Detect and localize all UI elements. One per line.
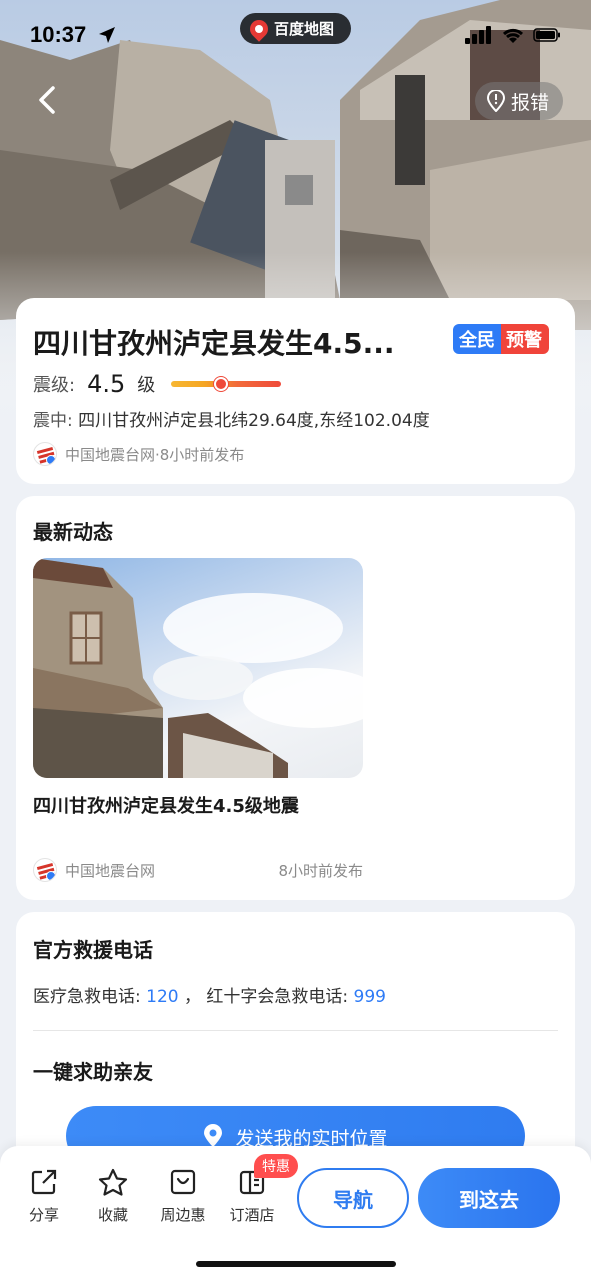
- book-hotel-label: 订酒店: [229, 1206, 275, 1224]
- earthquake-source: 中国地震台网·8小时前发布: [65, 445, 245, 464]
- share-icon: [31, 1169, 57, 1195]
- report-label: 报错: [510, 91, 549, 114]
- alert-badge-part1: 全民: [453, 324, 501, 354]
- news-source: 中国地震台网: [65, 861, 156, 880]
- status-indicators: [465, 26, 561, 44]
- nearby-deals-label: 周边惠: [160, 1206, 206, 1224]
- cenc-logo-icon: [33, 858, 57, 882]
- share-label: 分享: [28, 1206, 59, 1224]
- magnitude-scale-marker: [213, 377, 228, 391]
- epicenter-label: 震中:: [33, 411, 73, 431]
- redcross-phone-number[interactable]: 999: [354, 987, 386, 1007]
- report-pin-icon: [486, 90, 505, 112]
- favorite-label: 收藏: [97, 1206, 128, 1224]
- medical-phone-label: 医疗急救电话:: [33, 987, 147, 1007]
- phone-separator: ，: [178, 987, 207, 1007]
- epicenter-value: 四川甘孜州泸定县北纬29.64度,东经102.04度: [78, 411, 430, 431]
- map-pin-icon: [246, 15, 272, 42]
- status-time: 10:37: [30, 22, 87, 47]
- wifi-icon: [502, 28, 524, 43]
- earthquake-info-card: 四川甘孜州泸定县发生4.5... 全民 预警 震级: 4.5 级 震中: 四川甘…: [16, 298, 575, 484]
- news-source-row: 中国地震台网 8小时前发布: [33, 858, 363, 882]
- battery-icon: [533, 28, 560, 42]
- cenc-logo-icon: [33, 442, 57, 466]
- earthquake-title: 四川甘孜州泸定县发生4.5...: [33, 327, 395, 360]
- magnitude-row: 震级: 4.5 级: [33, 370, 282, 398]
- back-button[interactable]: [28, 80, 68, 120]
- nearby-deals-button[interactable]: 周边惠: [153, 1168, 213, 1225]
- news-time: 8小时前发布: [278, 861, 363, 880]
- signal-icon: [465, 26, 491, 44]
- navigate-button[interactable]: 导航: [297, 1168, 409, 1228]
- magnitude-value: 4.5: [87, 370, 126, 398]
- earthquake-source-row: 中国地震台网·8小时前发布: [33, 442, 244, 466]
- latest-news-card: 最新动态 四川甘孜州泸定县发生4.5级地震 中国地震台网 8小时前发布: [16, 496, 575, 900]
- rescue-phone-row: 医疗急救电话: 120 ， 红十字会急救电话: 999: [33, 982, 386, 1007]
- star-icon: [98, 1168, 128, 1196]
- medical-phone-number[interactable]: 120: [146, 987, 178, 1007]
- magnitude-scale-bar: [171, 377, 282, 391]
- news-item-title[interactable]: 四川甘孜州泸定县发生4.5级地震: [33, 792, 299, 818]
- favorite-button[interactable]: 收藏: [83, 1168, 143, 1225]
- magnitude-unit: 级: [137, 375, 156, 396]
- rescue-section-title: 官方救援电话: [33, 938, 153, 962]
- news-section-title: 最新动态: [33, 520, 113, 544]
- alert-badge-part2: 预警: [501, 324, 549, 354]
- report-error-button[interactable]: 报错: [474, 82, 563, 120]
- location-pin-icon: [204, 1124, 223, 1147]
- app-logo-label: 百度地图: [274, 20, 335, 38]
- back-arrow-icon: [39, 86, 55, 114]
- share-button[interactable]: 分享: [14, 1168, 74, 1225]
- news-thumbnail[interactable]: [33, 558, 363, 778]
- sos-section-title: 一键求助亲友: [33, 1060, 153, 1084]
- public-alert-badge[interactable]: 全民 预警: [453, 324, 549, 354]
- special-deal-badge: 特惠: [254, 1154, 298, 1178]
- home-indicator[interactable]: [196, 1261, 396, 1267]
- go-here-button[interactable]: 到这去: [418, 1168, 560, 1228]
- location-arrow-icon: [99, 27, 115, 43]
- redcross-phone-label: 红十字会急救电话:: [206, 987, 354, 1007]
- epicenter-row: 震中: 四川甘孜州泸定县北纬29.64度,东经102.04度: [33, 406, 430, 431]
- app-logo: 百度地图: [240, 13, 351, 44]
- magnitude-label: 震级:: [33, 375, 76, 396]
- rescue-divider: [33, 1030, 558, 1031]
- coupon-icon: [170, 1169, 196, 1195]
